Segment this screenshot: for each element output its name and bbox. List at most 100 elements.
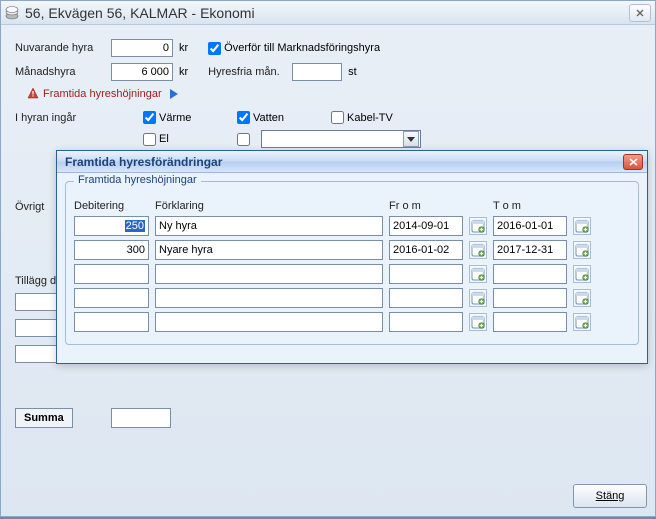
table-row	[74, 312, 630, 332]
from-calendar-button[interactable]	[469, 313, 487, 331]
el-wrap[interactable]: El	[143, 133, 213, 146]
hdr-forklaring: Förklaring	[155, 200, 383, 212]
dropdown-button[interactable]	[403, 131, 419, 147]
el-checkbox[interactable]	[143, 133, 156, 146]
calendar-icon	[575, 243, 589, 257]
calendar-icon	[471, 219, 485, 233]
from-cell[interactable]	[389, 264, 463, 284]
tom-calendar-button[interactable]	[573, 313, 591, 331]
forklaring-cell[interactable]	[155, 264, 383, 284]
label-ovrigt: Övrigt	[15, 201, 44, 213]
from-calendar-button[interactable]	[469, 217, 487, 235]
extra-dropdown[interactable]	[261, 130, 421, 148]
debitering-cell[interactable]: 250	[74, 216, 149, 236]
label-i-hyran: I hyran ingår	[15, 112, 105, 124]
label-tillagg: Tillägg d	[15, 275, 56, 287]
chevron-down-icon	[407, 137, 415, 142]
tom-cell[interactable]: 2017-12-31	[493, 240, 567, 260]
debitering-cell[interactable]: 300	[74, 240, 149, 260]
tillagg-input-1[interactable]	[15, 293, 59, 311]
label-hyresfria: Hyresfria mån.	[208, 66, 286, 78]
dialog-title: Framtida hyresförändringar	[65, 155, 222, 169]
overfor-label: Överför till Marknadsföringshyra	[224, 42, 380, 54]
from-cell[interactable]	[389, 312, 463, 332]
button-bar: Stäng	[9, 474, 647, 508]
label-nuvarande-hyra: Nuvarande hyra	[15, 42, 105, 54]
kabeltv-label: Kabel-TV	[347, 112, 393, 124]
hyresfria-input[interactable]	[292, 63, 342, 81]
tom-calendar-button[interactable]	[573, 241, 591, 259]
varme-label: Värme	[159, 112, 191, 124]
tom-cell[interactable]: 2016-01-01	[493, 216, 567, 236]
vatten-wrap[interactable]: Vatten	[237, 111, 307, 124]
st-unit: st	[348, 66, 357, 78]
overfor-checkbox[interactable]	[208, 42, 221, 55]
warning-text: Framtida hyreshöjningar	[43, 88, 162, 100]
table-row: 250 Ny hyra 2014-09-01 2016-01-01	[74, 216, 630, 236]
calendar-icon	[575, 291, 589, 305]
calendar-icon	[575, 315, 589, 329]
debitering-cell[interactable]	[74, 288, 149, 308]
kabeltv-checkbox[interactable]	[331, 111, 344, 124]
calendar-icon	[575, 267, 589, 281]
calendar-icon	[471, 243, 485, 257]
groupbox: Framtida hyreshöjningar Debitering Förkl…	[65, 181, 639, 345]
tillagg-input-3[interactable]	[15, 345, 59, 363]
calendar-icon	[575, 219, 589, 233]
table-row	[74, 288, 630, 308]
window-icon	[5, 6, 19, 20]
warning-icon	[27, 87, 39, 101]
manadshyra-input[interactable]	[111, 63, 173, 81]
vatten-label: Vatten	[253, 112, 284, 124]
forklaring-cell[interactable]: Nyare hyra	[155, 240, 383, 260]
overfor-checkbox-wrap[interactable]: Överför till Marknadsföringshyra	[208, 42, 380, 55]
forklaring-cell[interactable]: Ny hyra	[155, 216, 383, 236]
el-label: El	[159, 133, 169, 145]
tom-calendar-button[interactable]	[573, 289, 591, 307]
group-legend: Framtida hyreshöjningar	[74, 174, 201, 186]
hdr-debitering: Debitering	[74, 200, 149, 212]
kr-unit-2: kr	[179, 66, 188, 78]
table-row: 300 Nyare hyra 2016-01-02 2017-12-31	[74, 240, 630, 260]
from-cell[interactable]: 2016-01-02	[389, 240, 463, 260]
extra-wrap[interactable]	[237, 133, 251, 146]
from-calendar-button[interactable]	[469, 289, 487, 307]
vatten-checkbox[interactable]	[237, 111, 250, 124]
from-cell[interactable]: 2014-09-01	[389, 216, 463, 236]
label-manadshyra: Månadshyra	[15, 66, 105, 78]
expand-arrow-icon[interactable]	[170, 89, 178, 99]
table-row	[74, 264, 630, 284]
kabeltv-wrap[interactable]: Kabel-TV	[331, 111, 393, 124]
forklaring-cell[interactable]	[155, 288, 383, 308]
tom-cell[interactable]	[493, 264, 567, 284]
dialog-framtida: Framtida hyresförändringar Framtida hyre…	[56, 150, 648, 364]
stang-button[interactable]: Stäng	[573, 484, 647, 508]
kr-unit-1: kr	[179, 42, 188, 54]
hdr-from: Fr o m	[389, 200, 463, 212]
calendar-icon	[471, 315, 485, 329]
dialog-close-button[interactable]	[623, 154, 643, 170]
debitering-cell[interactable]	[74, 264, 149, 284]
varme-checkbox[interactable]	[143, 111, 156, 124]
from-calendar-button[interactable]	[469, 265, 487, 283]
from-calendar-button[interactable]	[469, 241, 487, 259]
tom-cell[interactable]	[493, 312, 567, 332]
extra-checkbox[interactable]	[237, 133, 250, 146]
summa-value	[111, 408, 171, 428]
tom-calendar-button[interactable]	[573, 217, 591, 235]
varme-wrap[interactable]: Värme	[143, 111, 213, 124]
calendar-icon	[471, 267, 485, 281]
nuvarande-hyra-input[interactable]	[111, 39, 173, 57]
main-titlebar: 56, Ekvägen 56, KALMAR - Ekonomi	[1, 1, 655, 25]
tillagg-input-2[interactable]	[15, 319, 59, 337]
forklaring-cell[interactable]	[155, 312, 383, 332]
warning-row[interactable]: Framtida hyreshöjningar	[27, 87, 641, 101]
from-cell[interactable]	[389, 288, 463, 308]
summa-label: Summa	[15, 408, 73, 428]
calendar-icon	[471, 291, 485, 305]
tom-cell[interactable]	[493, 288, 567, 308]
tom-calendar-button[interactable]	[573, 265, 591, 283]
debitering-cell[interactable]	[74, 312, 149, 332]
dialog-titlebar: Framtida hyresförändringar	[57, 151, 647, 173]
main-close-button[interactable]	[629, 4, 651, 22]
